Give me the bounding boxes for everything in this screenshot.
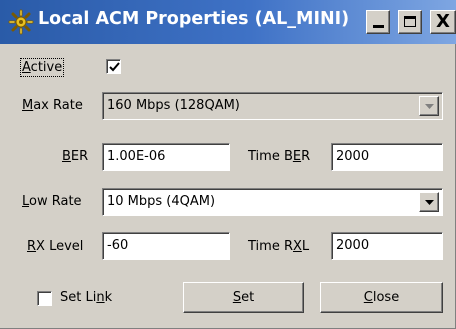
title-bar[interactable]: Local ACM Properties (AL_MINI) X: [0, 0, 456, 44]
ber-value: 1.00E-06: [107, 149, 166, 164]
max-rate-select[interactable]: 160 Mbps (128QAM): [102, 92, 443, 120]
time-rxl-value: 2000: [336, 238, 370, 253]
rx-level-value: -60: [107, 238, 129, 253]
ber-field[interactable]: 1.00E-06: [102, 143, 230, 171]
time-ber-field[interactable]: 2000: [331, 143, 443, 171]
active-checkbox[interactable]: [106, 59, 121, 74]
rx-level-label: RX Level: [27, 239, 84, 254]
close-button[interactable]: Close: [320, 282, 443, 313]
time-ber-value: 2000: [336, 149, 370, 164]
chevron-down-icon: [425, 104, 434, 109]
set-link-label[interactable]: Set Link: [60, 290, 112, 306]
rx-level-field[interactable]: -60: [102, 232, 230, 260]
ber-label: BER: [62, 149, 89, 164]
time-rxl-label: Time RXL: [248, 239, 310, 254]
low-rate-select[interactable]: 10 Mbps (4QAM): [102, 188, 443, 216]
close-icon: X: [436, 11, 450, 32]
maximize-icon: [404, 16, 416, 27]
time-rxl-field[interactable]: 2000: [331, 232, 443, 260]
active-label: Active: [19, 58, 65, 77]
minimize-icon: [373, 25, 384, 28]
low-rate-value: 10 Mbps (4QAM): [107, 194, 216, 209]
set-button[interactable]: Set: [183, 282, 304, 313]
minimize-button[interactable]: [366, 10, 390, 34]
chevron-down-icon: [425, 200, 434, 205]
max-rate-value: 160 Mbps (128QAM): [107, 98, 240, 113]
max-rate-dropdown-button[interactable]: [419, 96, 439, 116]
maximize-button[interactable]: [398, 10, 422, 34]
active-label-text: Active: [19, 58, 65, 77]
low-rate-dropdown-button[interactable]: [419, 192, 439, 212]
max-rate-label: Max Rate: [22, 98, 83, 113]
window-title: Local ACM Properties (AL_MINI): [38, 9, 350, 29]
close-window-button[interactable]: X: [430, 10, 456, 34]
time-ber-label: Time BER: [248, 149, 311, 164]
checkmark-icon: [109, 62, 120, 72]
set-link-checkbox[interactable]: [37, 291, 52, 306]
app-icon: [8, 9, 34, 35]
acm-properties-dialog: Local ACM Properties (AL_MINI) X Active …: [0, 0, 456, 329]
low-rate-label: Low Rate: [22, 194, 82, 209]
